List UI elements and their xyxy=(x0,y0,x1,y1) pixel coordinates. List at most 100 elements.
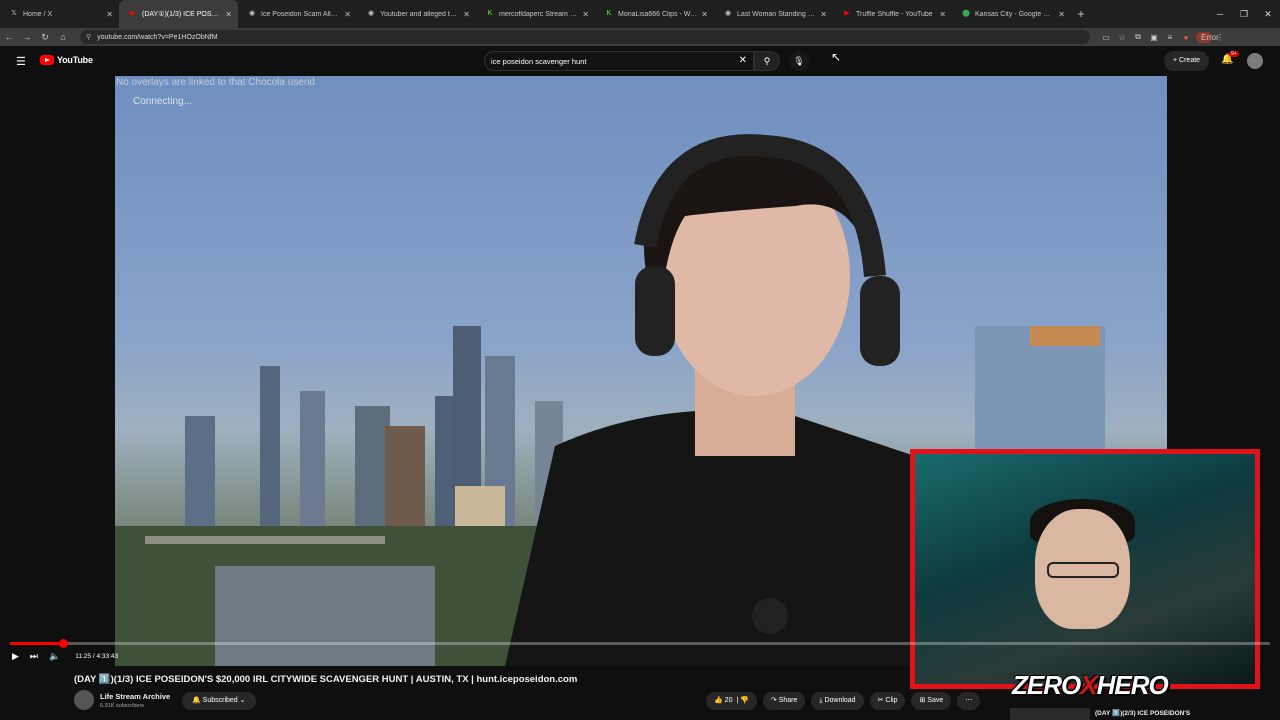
tab-title: Ice Poseidon Scam Allegations xyxy=(261,10,340,18)
player-letterbox xyxy=(0,76,115,666)
tab-kick-stream[interactable]: K mercofldaperc Stream - Watch ✕ xyxy=(476,0,595,28)
thumbs-down-icon[interactable]: | 👎 xyxy=(734,697,749,704)
share-button[interactable]: ↷ Share xyxy=(762,692,806,710)
overlay-error-text: No overlays are linked to that Chocola u… xyxy=(116,77,315,88)
close-icon[interactable]: ✕ xyxy=(939,10,946,19)
close-icon[interactable]: ✕ xyxy=(106,10,113,19)
youtube-icon: ▶ xyxy=(844,10,850,17)
url-text: youtube.com/watch?v=Pe1HOzObNfM xyxy=(97,33,218,41)
window-controls: ─ ❐ ✕ xyxy=(1208,0,1280,28)
webcam-glasses xyxy=(1047,562,1119,578)
search-value: ice poseidon scavenger hunt xyxy=(491,56,587,66)
voice-search-button[interactable]: 🎙 xyxy=(789,51,809,71)
logo-right: HERO xyxy=(1096,670,1169,700)
search-input[interactable]: ice poseidon scavenger hunt ✕ xyxy=(484,51,754,71)
extensions-icon[interactable]: ⧉ xyxy=(1130,32,1146,42)
mic-icon: 🎙 xyxy=(793,56,805,66)
tab-scam-allegations[interactable]: ◉ Ice Poseidon Scam Allegations ✕ xyxy=(238,0,357,28)
clip-button[interactable]: ✂ Clip xyxy=(869,692,906,710)
close-icon[interactable]: ✕ xyxy=(225,10,232,19)
close-window-icon[interactable]: ✕ xyxy=(1256,0,1280,28)
back-icon[interactable]: ← xyxy=(0,32,18,42)
account-avatar[interactable] xyxy=(1247,53,1263,69)
new-tab-button[interactable]: + xyxy=(1071,7,1091,21)
browser-tab-bar: 𝕏 Home / X ✕ ▶ (DAY①)(1/3) ICE POSEIDON'… xyxy=(0,0,1280,28)
close-icon[interactable]: ✕ xyxy=(344,10,351,19)
maximize-icon[interactable]: ❐ xyxy=(1232,0,1256,28)
media-icon[interactable]: ≡ xyxy=(1162,33,1178,42)
site-info-icon[interactable]: ⚲ xyxy=(86,33,91,41)
home-icon[interactable]: ⌂ xyxy=(54,32,72,42)
save-button[interactable]: ⊞ Save xyxy=(911,692,952,710)
tab-kick-clips[interactable]: K MonaLisa666 Clips - Watch Live ✕ xyxy=(595,0,714,28)
sidebar-video-thumbnail[interactable] xyxy=(1010,708,1090,720)
create-button[interactable]: + Create xyxy=(1164,51,1210,71)
logo-left: ZERO xyxy=(1012,670,1081,700)
volume-icon[interactable]: 🔈 xyxy=(49,651,60,662)
menu-icon[interactable]: ☰ xyxy=(16,55,26,68)
more-menu-icon[interactable]: ⋮ xyxy=(1212,33,1228,42)
share-label: Share xyxy=(778,697,798,704)
profile-icon[interactable]: ● xyxy=(1178,33,1194,42)
close-icon[interactable]: ✕ xyxy=(1058,10,1065,19)
address-bar-row: ← → ↻ ⌂ ⚲ youtube.com/watch?v=Pe1HOzObNf… xyxy=(0,28,1280,46)
clip-label: Clip xyxy=(885,697,898,704)
tab-title: Kansas City - Google Maps xyxy=(975,10,1055,18)
tab-title: Home / X xyxy=(23,10,53,18)
notification-badge: 9+ xyxy=(1229,51,1239,57)
tab-last-woman-standing[interactable]: ◉ Last Woman Standing - Live Ca ✕ xyxy=(714,0,833,28)
download-label: Download xyxy=(824,697,856,704)
mouse-cursor-icon: ↖ xyxy=(831,50,842,64)
close-icon[interactable]: ✕ xyxy=(820,10,827,19)
bookmark-star-icon[interactable]: ☆ xyxy=(1114,33,1130,42)
save-label: Save xyxy=(927,697,944,704)
channel-avatar[interactable] xyxy=(74,690,94,710)
close-icon[interactable]: ✕ xyxy=(701,10,708,19)
minimize-icon[interactable]: ─ xyxy=(1208,0,1232,28)
thumbs-up-icon: 👍 xyxy=(714,697,723,704)
forward-icon[interactable]: → xyxy=(18,32,36,42)
download-button[interactable]: ⤓ Download xyxy=(811,692,864,710)
maps-icon: ⬤ xyxy=(962,10,970,17)
search-icon: ⚲ xyxy=(763,56,771,66)
download-icon: ⤓ xyxy=(819,697,823,704)
url-field[interactable]: ⚲ youtube.com/watch?v=Pe1HOzObNfM xyxy=(80,30,1090,44)
youtube-logo-text: YouTube xyxy=(57,55,93,65)
reload-icon[interactable]: ↻ xyxy=(36,32,54,43)
extensions-area: ▭ ☆ ⧉ ▣ ≡ ● Error ⋮ xyxy=(1098,31,1228,43)
save-icon: ⊞ xyxy=(919,697,926,704)
subscribed-label: Subscribed xyxy=(202,697,238,704)
sidepanel-icon[interactable]: ▣ xyxy=(1146,33,1162,42)
webcam-overlay-image xyxy=(910,449,1260,689)
sidebar-video-title[interactable]: (DAY 1️⃣)(2/3) ICE POSEIDON'S xyxy=(1095,709,1190,717)
tab-youtube-video[interactable]: ▶ (DAY①)(1/3) ICE POSEIDON'S $20,000 IRL… xyxy=(119,0,238,28)
close-icon[interactable]: ✕ xyxy=(463,10,470,19)
error-badge[interactable]: Error xyxy=(1196,31,1219,43)
video-actions: 👍 20 | 👎 ↷ Share ⤓ Download ✂ Clip ⊞ Sav… xyxy=(706,692,986,710)
clear-search-icon[interactable]: ✕ xyxy=(739,55,747,66)
progress-fill xyxy=(10,642,63,645)
tab-google-maps[interactable]: ⬤ Kansas City - Google Maps ✕ xyxy=(952,0,1071,28)
player-controls: ▶ ⏭ 🔈 11:25 / 4:33:43 xyxy=(12,648,129,664)
channel-name[interactable]: Life Stream Archive xyxy=(100,692,170,701)
next-icon[interactable]: ⏭ xyxy=(30,651,38,662)
subscriber-count: 6.91K subscribers xyxy=(100,703,145,709)
close-icon[interactable]: ✕ xyxy=(582,10,589,19)
more-actions-button[interactable]: ⋯ xyxy=(957,692,981,710)
cast-icon[interactable]: ▭ xyxy=(1098,33,1114,42)
globe-icon: ◉ xyxy=(367,10,375,17)
tab-title: mercofldaperc Stream - Watch xyxy=(499,10,578,18)
progress-bar[interactable] xyxy=(10,639,1270,648)
time-display: 11:25 / 4:33:43 xyxy=(75,652,119,660)
youtube-play-icon xyxy=(40,55,54,65)
tab-title: Last Woman Standing - Live Ca xyxy=(737,10,816,18)
tab-truffle-shuffle[interactable]: ▶ Truffle Shuffle - YouTube ✕ xyxy=(833,0,952,28)
tab-home-x[interactable]: 𝕏 Home / X ✕ xyxy=(0,0,119,28)
search-button[interactable]: ⚲ xyxy=(754,51,780,71)
scrubber-handle[interactable] xyxy=(58,639,68,648)
subscribed-button[interactable]: 🔔 Subscribed ⌄ xyxy=(182,692,256,710)
play-icon[interactable]: ▶ xyxy=(12,651,19,662)
like-button[interactable]: 👍 20 | 👎 xyxy=(706,692,757,710)
youtube-logo[interactable]: YouTube xyxy=(40,55,93,65)
tab-youtuber-thief[interactable]: ◉ Youtuber and alleged thief pulls ✕ xyxy=(357,0,476,28)
